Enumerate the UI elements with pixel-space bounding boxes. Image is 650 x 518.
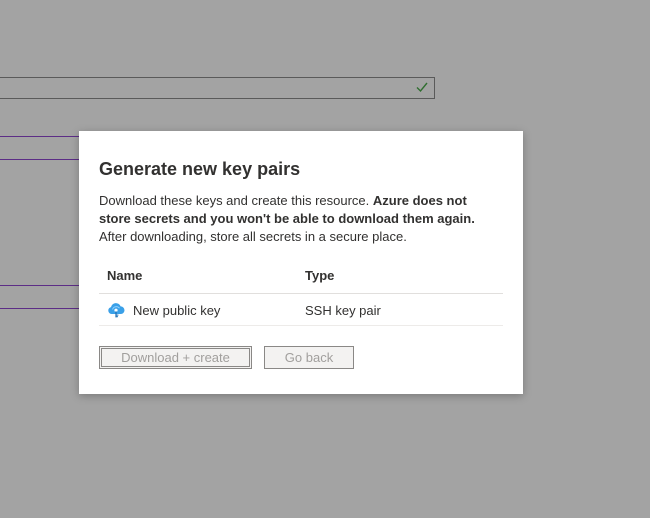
background-divider xyxy=(0,159,80,160)
table-header: Name Type xyxy=(99,259,503,294)
key-name: New public key xyxy=(133,303,221,318)
background-divider xyxy=(0,308,80,309)
description-intro: Download these keys and create this reso… xyxy=(99,193,373,208)
go-back-button[interactable]: Go back xyxy=(264,346,354,369)
background-input-field xyxy=(0,77,435,99)
download-create-button[interactable]: Download + create xyxy=(99,346,252,369)
dialog-description: Download these keys and create this reso… xyxy=(99,192,499,246)
column-header-name: Name xyxy=(107,268,143,283)
generate-key-pairs-dialog: Generate new key pairs Download these ke… xyxy=(79,131,523,394)
dialog-title: Generate new key pairs xyxy=(99,159,301,179)
description-outro: After downloading, store all secrets in … xyxy=(99,229,407,244)
key-type: SSH key pair xyxy=(305,303,381,318)
cloud-key-icon xyxy=(108,303,125,318)
table-row: New public key SSH key pair xyxy=(99,294,503,326)
keys-table: Name Type New public key SSH key pair xyxy=(99,259,503,326)
background-divider xyxy=(0,136,80,137)
background-divider xyxy=(0,285,80,286)
checkmark-icon xyxy=(416,82,428,93)
column-header-type: Type xyxy=(305,268,335,283)
